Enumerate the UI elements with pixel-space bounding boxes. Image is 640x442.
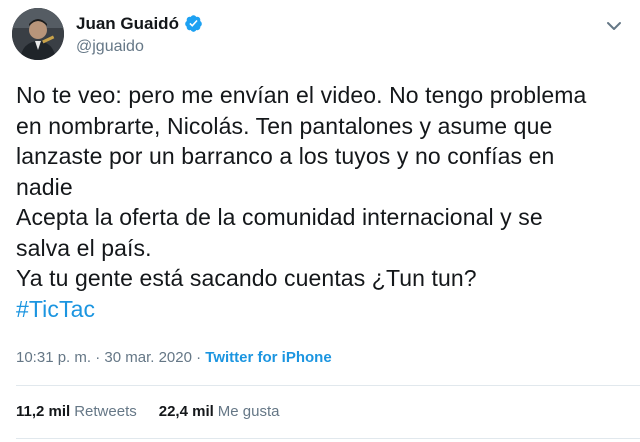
divider [16, 438, 640, 439]
meta-separator: · [191, 349, 206, 366]
display-name-row: Juan Guaidó [76, 13, 203, 35]
tweet-text-line: en nombrarte, Nicolás. Ten pantalones y … [16, 112, 553, 139]
tweet-date[interactable]: 30 mar. 2020 [104, 349, 192, 366]
retweets-label: Retweets [74, 403, 137, 420]
tweet-stats: 11,2 mil Retweets 22,4 mil Me gusta [16, 403, 302, 420]
tweet-text-line: Acepta la oferta de la comunidad interna… [16, 204, 543, 230]
user-handle[interactable]: @jguaido [76, 38, 203, 56]
user-names: Juan Guaidó @jguaido [76, 13, 203, 56]
tweet-card: Juan Guaidó @jguaido No te veo: pero me … [0, 0, 640, 442]
tweet-meta: 10:31 p. m. · 30 mar. 2020 · Twitter for… [16, 349, 332, 366]
tweet-time[interactable]: 10:31 p. m. [16, 349, 91, 366]
tweet-text-line: Ya tu gente está sacando cuentas ¿Tun tu… [16, 265, 477, 291]
profile-photo-icon [12, 8, 64, 60]
tweet-text-line: lanzaste por un barranco a los tuyos y n… [16, 143, 555, 169]
hashtag-link[interactable]: #TicTac [16, 294, 628, 325]
tweet-header: Juan Guaidó @jguaido [12, 6, 203, 62]
retweets-stat[interactable]: 11,2 mil Retweets [16, 403, 137, 420]
avatar[interactable] [12, 8, 64, 60]
chevron-down-icon[interactable] [604, 16, 624, 36]
verified-badge-icon [184, 14, 203, 33]
likes-count: 22,4 mil [158, 403, 214, 420]
tweet-text: No te veo: pero me envían el video. No t… [16, 80, 628, 324]
likes-label: Me gusta [217, 403, 280, 420]
divider [16, 385, 640, 386]
tweet-text-line: No te veo: pero me envían el video. No t… [16, 82, 587, 108]
tweet-text-line: nadie [16, 173, 73, 200]
tweet-text-line: salva el país. [16, 234, 152, 261]
tweet-source-link[interactable]: Twitter for iPhone [205, 349, 331, 366]
meta-separator: · [91, 349, 105, 366]
display-name[interactable]: Juan Guaidó [76, 14, 179, 34]
retweets-count: 11,2 mil [16, 403, 71, 420]
likes-stat[interactable]: 22,4 mil Me gusta [159, 403, 280, 420]
